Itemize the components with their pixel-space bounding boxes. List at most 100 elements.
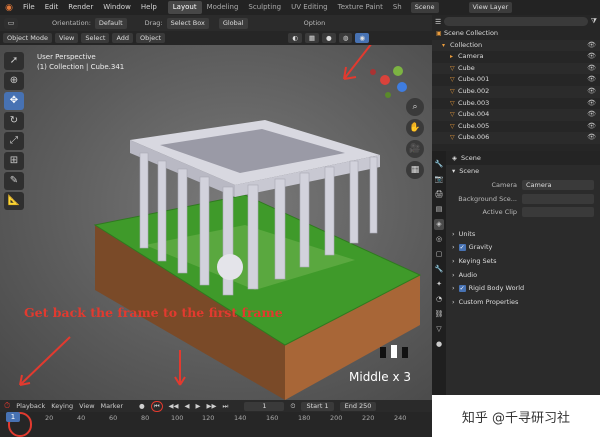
custom-properties-section[interactable]: › Custom Properties (446, 295, 600, 309)
xray-icon[interactable]: ▦ (304, 33, 320, 43)
marker-menu[interactable]: Marker (101, 402, 123, 410)
tab-shading[interactable]: Sh (388, 1, 407, 14)
menu-render[interactable]: Render (63, 0, 98, 15)
playback-menu[interactable]: Playback (16, 402, 45, 410)
annotate-tool-icon[interactable]: ✎ (4, 172, 24, 190)
eye-icon[interactable]: 👁 (587, 51, 596, 63)
menu-edit[interactable]: Edit (40, 0, 64, 15)
outliner-row[interactable]: ▽ Cube.004 👁 (432, 109, 600, 121)
measure-tool-icon[interactable]: 📐 (4, 192, 24, 210)
drag-dropdown[interactable]: Select Box (166, 17, 209, 29)
menu-window[interactable]: Window (98, 0, 136, 15)
timeline-area[interactable]: 20 40 60 80 100 120 140 160 180 200 220 … (0, 412, 432, 437)
options-label[interactable]: Option (304, 19, 326, 27)
start-frame-field[interactable]: Start 1 (301, 401, 334, 411)
jump-to-end-icon[interactable]: ⏭ (223, 402, 229, 411)
physics-tab-icon[interactable]: ◔ (434, 294, 444, 305)
rigid-body-world-section[interactable]: › ✓ Rigid Body World (446, 281, 600, 295)
eye-icon[interactable]: 👁 (587, 98, 596, 110)
menu-help[interactable]: Help (136, 0, 162, 15)
jump-next-key-icon[interactable]: ▶▶ (207, 402, 217, 410)
cursor-tool-icon[interactable]: ⊕ (4, 72, 24, 90)
eye-icon[interactable]: 👁 (587, 40, 596, 52)
scale-tool-icon[interactable]: ⤢ (4, 132, 24, 150)
outliner-search-input[interactable] (444, 17, 588, 26)
eye-icon[interactable]: 👁 (587, 74, 596, 86)
tab-layout[interactable]: Layout (167, 1, 202, 14)
tool-tab-icon[interactable]: 🔧 (434, 159, 444, 170)
eye-icon[interactable]: 👁 (587, 132, 596, 144)
zoom-icon[interactable]: ⌕ (406, 98, 424, 116)
transform-tool-icon[interactable]: ⊞ (4, 152, 24, 170)
viewport-overlays-icon[interactable]: ◐ (288, 33, 302, 43)
particles-tab-icon[interactable]: ✦ (434, 279, 444, 290)
object-tab-icon[interactable]: ▢ (434, 249, 444, 260)
use-preview-range-icon[interactable]: ⏲ (290, 402, 295, 411)
object-mode-dropdown[interactable]: Object Mode (3, 33, 52, 43)
tab-texture-paint[interactable]: Texture Paint (333, 1, 388, 14)
view-menu[interactable]: View (54, 33, 79, 43)
outliner-row[interactable]: ▸ Camera 👁 (432, 51, 600, 63)
timeline-editor-icon[interactable]: ⏱ (4, 401, 10, 411)
outliner-row[interactable]: ▽ Cube.005 👁 (432, 121, 600, 133)
end-frame-field[interactable]: End 250 (339, 401, 377, 411)
pan-hand-icon[interactable]: ✋ (406, 119, 424, 137)
outliner-display-icon[interactable]: ☰ (435, 18, 441, 26)
gravity-section[interactable]: › ✓ Gravity (446, 241, 600, 255)
rendered-shading-icon[interactable]: ◉ (355, 33, 370, 43)
record-icon[interactable]: ● (139, 402, 145, 410)
active-clip-field[interactable] (522, 207, 594, 218)
rigid-body-checkbox[interactable]: ✓ (458, 284, 466, 292)
filter-icon[interactable]: ⧩ (591, 17, 597, 26)
eye-icon[interactable]: 👁 (587, 86, 596, 98)
audio-section[interactable]: › Audio (446, 268, 600, 282)
view-layer-selector[interactable]: View Layer (468, 2, 513, 13)
grid-view-icon[interactable]: ▦ (406, 161, 424, 179)
render-tab-icon[interactable]: 📷 (434, 174, 444, 185)
tweak-tool-icon[interactable]: ➚ (4, 52, 24, 70)
tab-sculpting[interactable]: Sculpting (243, 1, 286, 14)
blender-logo-icon[interactable]: ◉ (0, 3, 18, 13)
units-section[interactable]: › Units (446, 227, 600, 241)
jump-to-start-icon[interactable]: ⏮ (150, 400, 163, 412)
tab-uv-editing[interactable]: UV Editing (286, 1, 333, 14)
outliner-row[interactable]: ▾ Collection 👁 (432, 39, 600, 52)
outliner-row[interactable]: ▽ Cube.006 👁 (432, 132, 600, 144)
gravity-checkbox[interactable]: ✓ (458, 243, 466, 251)
playhead[interactable]: 1 (6, 412, 20, 422)
play-icon[interactable]: ▶ (196, 402, 201, 410)
eye-icon[interactable]: 👁 (587, 121, 596, 133)
orientation-dropdown[interactable]: Default (94, 17, 127, 29)
select-menu[interactable]: Select (81, 33, 110, 43)
keying-menu[interactable]: Keying (51, 402, 73, 410)
output-tab-icon[interactable]: 🖨 (434, 189, 444, 200)
transform-orientation-dropdown[interactable]: Global (218, 17, 248, 29)
scene-section-header[interactable]: ▾ Scene (446, 165, 600, 179)
view-menu-timeline[interactable]: View (79, 402, 94, 410)
scene-selector[interactable]: Scene (410, 2, 439, 13)
eye-icon[interactable]: 👁 (587, 63, 596, 75)
scene-tab-icon[interactable]: ◈ (434, 219, 444, 230)
3d-viewport[interactable] (0, 45, 432, 400)
tab-modeling[interactable]: Modeling (202, 1, 244, 14)
keying-sets-section[interactable]: › Keying Sets (446, 254, 600, 268)
camera-view-icon[interactable]: 🎥 (406, 140, 424, 158)
outliner-row[interactable]: ▽ Cube.001 👁 (432, 74, 600, 86)
background-scene-field[interactable] (522, 193, 594, 204)
outliner-row[interactable]: ▽ Cube.002 👁 (432, 85, 600, 98)
world-tab-icon[interactable]: ◎ (434, 234, 444, 245)
material-shading-icon[interactable]: ◍ (338, 33, 353, 43)
play-reverse-icon[interactable]: ◀ (185, 402, 190, 410)
menu-file[interactable]: File (18, 0, 40, 15)
view-layer-tab-icon[interactable]: ▤ (434, 204, 444, 215)
outliner-row-scene-collection[interactable]: ▣ Scene Collection (432, 28, 600, 40)
material-tab-icon[interactable]: ● (434, 339, 444, 350)
data-tab-icon[interactable]: ▽ (434, 324, 444, 335)
outliner-row[interactable]: ▽ Cube 👁 (432, 62, 600, 75)
modifier-tab-icon[interactable]: 🔧 (434, 264, 444, 275)
outliner-row[interactable]: ▽ Cube.003 👁 (432, 98, 600, 110)
solid-shading-icon[interactable]: ● (322, 33, 336, 43)
eye-icon[interactable]: 👁 (587, 109, 596, 121)
add-menu[interactable]: Add (112, 33, 134, 43)
expand-icon[interactable]: ▾ (442, 40, 450, 52)
